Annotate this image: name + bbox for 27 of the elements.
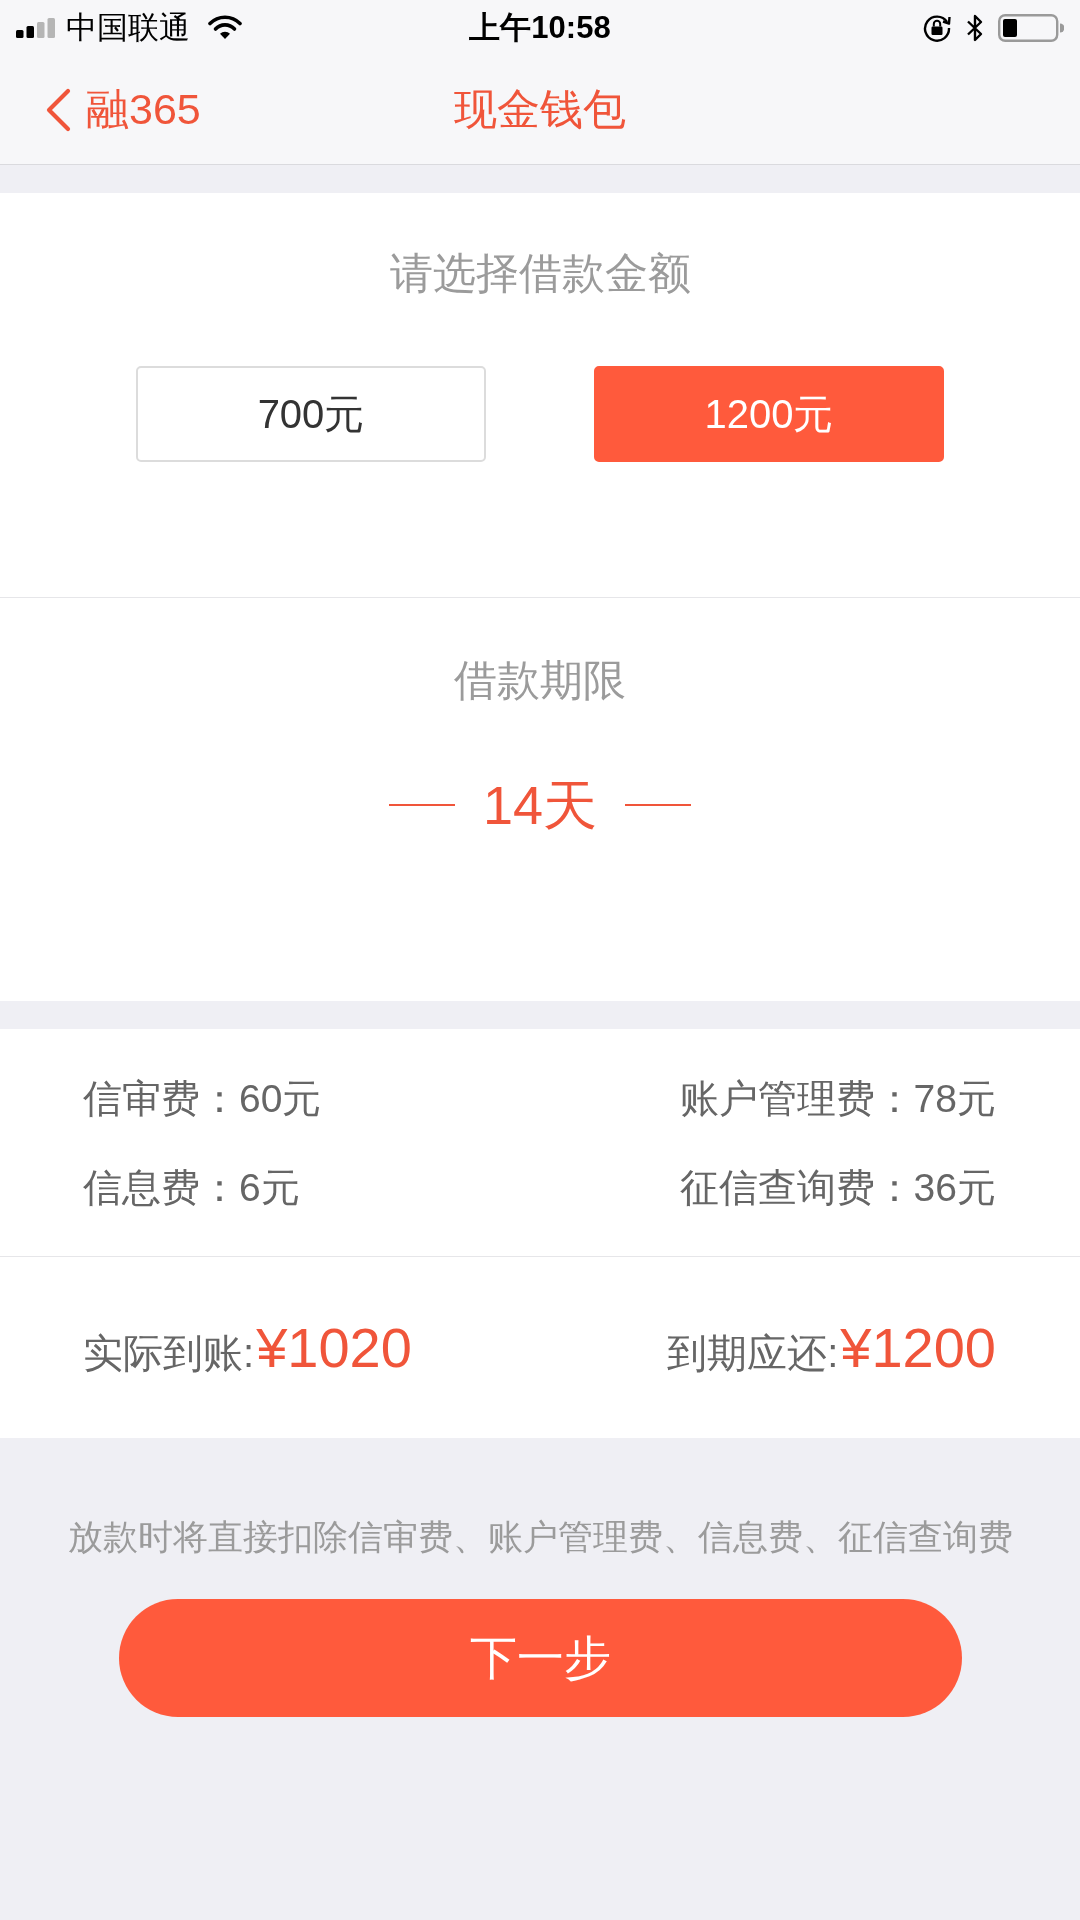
rotation-lock-icon xyxy=(922,12,952,43)
next-button[interactable]: 下一步 xyxy=(118,1599,962,1717)
fee-note: 放款时将直接扣除信审费、账户管理费、信息费、征信查询费 xyxy=(67,1516,1013,1558)
carrier-name: 中国联通 xyxy=(66,8,190,47)
fee-item: 征信查询费：36元 xyxy=(679,1165,996,1211)
loan-term-value: 14天 xyxy=(482,774,598,837)
wifi-icon xyxy=(208,15,242,40)
total-amount: ¥1200 xyxy=(840,1314,996,1380)
accent-line xyxy=(625,804,692,806)
fee-item: 信审费：60元 xyxy=(83,1076,322,1122)
fee-item: 信息费：6元 xyxy=(83,1165,300,1211)
status-time: 上午10:58 xyxy=(469,8,611,47)
total-label: 实际到账: xyxy=(83,1329,255,1377)
amount-option[interactable]: 700元 xyxy=(136,366,486,462)
amount-option[interactable]: 1200元 xyxy=(594,366,944,462)
signal-icon xyxy=(16,17,56,38)
accent-line xyxy=(388,804,455,806)
bluetooth-icon xyxy=(966,12,984,43)
back-button[interactable]: 融365 xyxy=(40,76,205,143)
chevron-left-icon xyxy=(44,87,72,132)
total-amount: ¥1020 xyxy=(256,1314,412,1380)
page-title: 现金钱包 xyxy=(454,83,626,135)
fee-item: 账户管理费：78元 xyxy=(679,1076,996,1122)
section-title: 借款期限 xyxy=(454,656,626,704)
section-title: 请选择借款金额 xyxy=(389,249,691,297)
total-label: 到期应还: xyxy=(667,1329,839,1377)
battery-icon xyxy=(998,13,1064,42)
